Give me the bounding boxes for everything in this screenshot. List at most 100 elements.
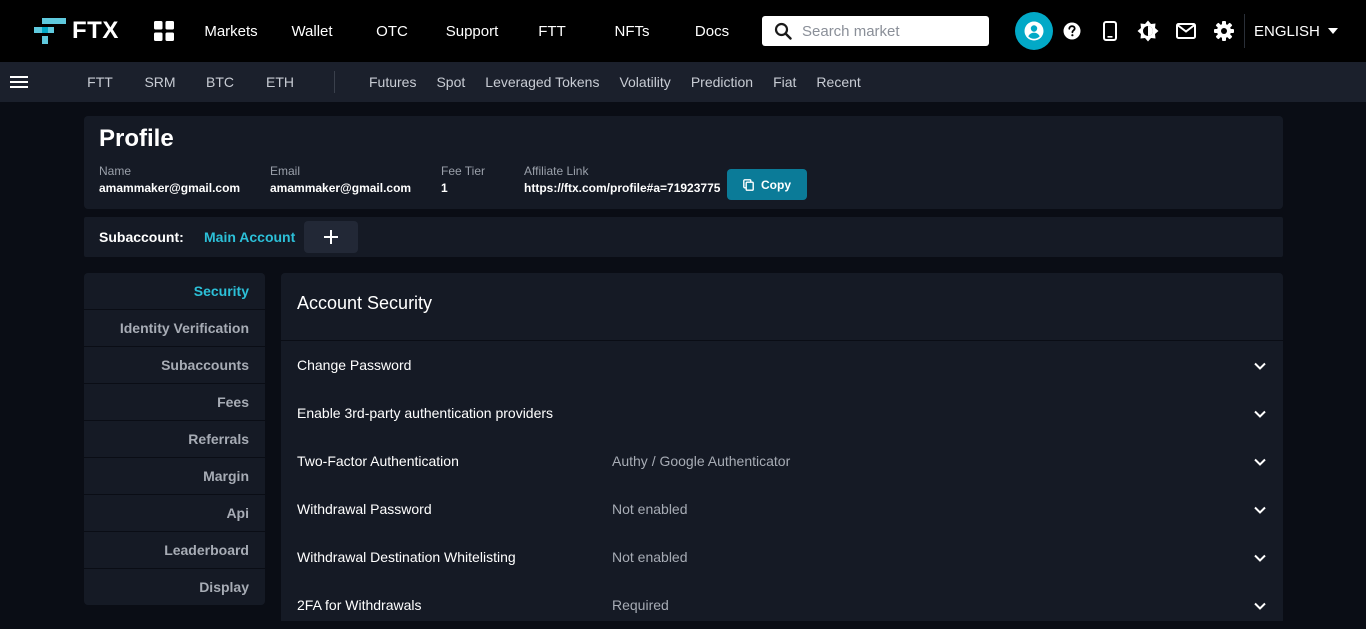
ftx-logo-icon bbox=[34, 17, 66, 44]
help-button[interactable] bbox=[1053, 12, 1091, 50]
help-icon bbox=[1063, 22, 1081, 40]
security-row-withdrawal-whitelisting[interactable]: Withdrawal Destination Whitelisting Not … bbox=[281, 533, 1283, 581]
name-label: Name bbox=[99, 164, 132, 178]
security-row-third-party-auth[interactable]: Enable 3rd-party authentication provider… bbox=[281, 389, 1283, 437]
ftx-logo[interactable]: FTX bbox=[34, 17, 119, 44]
nav-otc[interactable]: OTC bbox=[352, 23, 432, 40]
name-field: Name amammaker@gmail.com bbox=[99, 164, 240, 195]
nav-support[interactable]: Support bbox=[432, 23, 512, 40]
subnav-fiat[interactable]: Fiat bbox=[763, 74, 806, 90]
email-field: Email amammaker@gmail.com bbox=[270, 164, 411, 195]
nav-docs[interactable]: Docs bbox=[672, 23, 752, 40]
subaccount-main-account[interactable]: Main Account bbox=[204, 229, 295, 245]
category-shortcuts: Futures Spot Leveraged Tokens Volatility… bbox=[359, 62, 871, 102]
row-name: Enable 3rd-party authentication provider… bbox=[297, 405, 554, 421]
fee-tier-label: Fee Tier bbox=[441, 164, 486, 178]
search-icon bbox=[774, 22, 792, 40]
row-status: Not enabled bbox=[612, 549, 688, 565]
top-navigation: Markets Wallet OTC Support FTT NFTs Docs bbox=[190, 0, 752, 62]
subnav-leveraged-tokens[interactable]: Leveraged Tokens bbox=[475, 74, 609, 90]
copy-icon bbox=[743, 178, 754, 191]
row-name: Withdrawal Destination Whitelisting bbox=[297, 549, 516, 565]
chevron-down-icon bbox=[1254, 362, 1266, 370]
caret-down-icon bbox=[1327, 28, 1338, 34]
row-name: Two-Factor Authentication bbox=[297, 453, 459, 469]
market-subnav: FTT SRM BTC ETH Futures Spot Leveraged T… bbox=[0, 62, 1366, 102]
subnav-divider bbox=[334, 71, 335, 93]
sidebar-item-display[interactable]: Display bbox=[84, 568, 265, 605]
profile-card: Profile Name amammaker@gmail.com Email a… bbox=[84, 116, 1283, 209]
subnav-volatility[interactable]: Volatility bbox=[609, 74, 680, 90]
top-icons bbox=[1015, 12, 1243, 50]
security-row-change-password[interactable]: Change Password bbox=[281, 341, 1283, 389]
fee-tier-value: 1 bbox=[441, 181, 448, 195]
theme-toggle-button[interactable] bbox=[1129, 12, 1167, 50]
coin-shortcuts: FTT SRM BTC ETH bbox=[70, 62, 310, 102]
account-icon bbox=[1024, 21, 1044, 41]
security-row-withdrawal-password[interactable]: Withdrawal Password Not enabled bbox=[281, 485, 1283, 533]
sidebar-item-referrals[interactable]: Referrals bbox=[84, 420, 265, 457]
sidebar-item-identity-verification[interactable]: Identity Verification bbox=[84, 309, 265, 346]
subnav-recent[interactable]: Recent bbox=[806, 74, 870, 90]
copy-affiliate-button[interactable]: Copy bbox=[727, 169, 807, 200]
subaccount-label: Subaccount: bbox=[99, 229, 184, 245]
row-status: Not enabled bbox=[612, 501, 688, 517]
subnav-srm[interactable]: SRM bbox=[130, 74, 190, 90]
search-box bbox=[762, 16, 989, 46]
add-subaccount-button[interactable] bbox=[304, 221, 358, 253]
copy-button-label: Copy bbox=[761, 177, 791, 192]
settings-button[interactable] bbox=[1205, 12, 1243, 50]
affiliate-link-field: Affiliate Link https://ftx.com/profile#a… bbox=[524, 164, 720, 195]
nav-wallet[interactable]: Wallet bbox=[272, 23, 352, 40]
mobile-app-button[interactable] bbox=[1091, 12, 1129, 50]
affiliate-link-label: Affiliate Link bbox=[524, 164, 589, 178]
subnav-futures[interactable]: Futures bbox=[359, 74, 426, 90]
section-title: Account Security bbox=[297, 293, 433, 313]
theme-icon bbox=[1137, 20, 1159, 42]
name-value: amammaker@gmail.com bbox=[99, 181, 241, 195]
sidebar-item-margin[interactable]: Margin bbox=[84, 457, 265, 494]
row-name: Withdrawal Password bbox=[297, 501, 432, 517]
nav-ftt[interactable]: FTT bbox=[512, 23, 592, 40]
settings-sidebar: Security Identity Verification Subaccoun… bbox=[84, 273, 265, 605]
nav-markets[interactable]: Markets bbox=[190, 23, 272, 40]
fee-tier-field: Fee Tier 1 bbox=[441, 164, 485, 195]
mail-button[interactable] bbox=[1167, 12, 1205, 50]
mobile-icon bbox=[1103, 21, 1117, 41]
plus-icon bbox=[324, 230, 338, 244]
subnav-eth[interactable]: ETH bbox=[250, 74, 310, 90]
account-button[interactable] bbox=[1015, 12, 1053, 50]
sidebar-item-security[interactable]: Security bbox=[84, 273, 265, 309]
email-value: amammaker@gmail.com bbox=[270, 181, 412, 195]
subnav-spot[interactable]: Spot bbox=[426, 74, 475, 90]
language-label: ENGLISH bbox=[1254, 22, 1320, 40]
row-name: 2FA for Withdrawals bbox=[297, 597, 422, 613]
account-security-header: Account Security bbox=[281, 273, 1283, 340]
security-settings-list: Change Password Enable 3rd-party authent… bbox=[281, 341, 1283, 621]
subnav-prediction[interactable]: Prediction bbox=[681, 74, 763, 90]
subnav-ftt[interactable]: FTT bbox=[70, 74, 130, 90]
email-label: Email bbox=[270, 164, 301, 178]
row-status: Required bbox=[612, 597, 669, 613]
top-bar: FTX Markets Wallet OTC Support FTT NFTs … bbox=[0, 0, 1366, 62]
sidebar-item-leaderboard[interactable]: Leaderboard bbox=[84, 531, 265, 568]
security-row-two-factor-auth[interactable]: Two-Factor Authentication Authy / Google… bbox=[281, 437, 1283, 485]
menu-icon[interactable] bbox=[10, 73, 28, 91]
subaccount-bar: Subaccount: Main Account bbox=[84, 217, 1283, 257]
gear-icon bbox=[1214, 21, 1234, 41]
subnav-btc[interactable]: BTC bbox=[190, 74, 250, 90]
nav-nfts[interactable]: NFTs bbox=[592, 23, 672, 40]
chevron-down-icon bbox=[1254, 506, 1266, 514]
row-status: Authy / Google Authenticator bbox=[612, 453, 791, 469]
security-row-2fa-withdrawals[interactable]: 2FA for Withdrawals Required bbox=[281, 581, 1283, 629]
search-input[interactable] bbox=[802, 22, 982, 40]
chevron-down-icon bbox=[1254, 602, 1266, 610]
language-selector[interactable]: ENGLISH bbox=[1244, 14, 1338, 48]
sidebar-item-subaccounts[interactable]: Subaccounts bbox=[84, 346, 265, 383]
sidebar-item-fees[interactable]: Fees bbox=[84, 383, 265, 420]
mail-icon bbox=[1176, 23, 1196, 39]
chevron-down-icon bbox=[1254, 458, 1266, 466]
affiliate-link-value[interactable]: https://ftx.com/profile#a=71923775 bbox=[524, 181, 720, 195]
apps-grid-icon[interactable] bbox=[154, 21, 174, 41]
sidebar-item-api[interactable]: Api bbox=[84, 494, 265, 531]
